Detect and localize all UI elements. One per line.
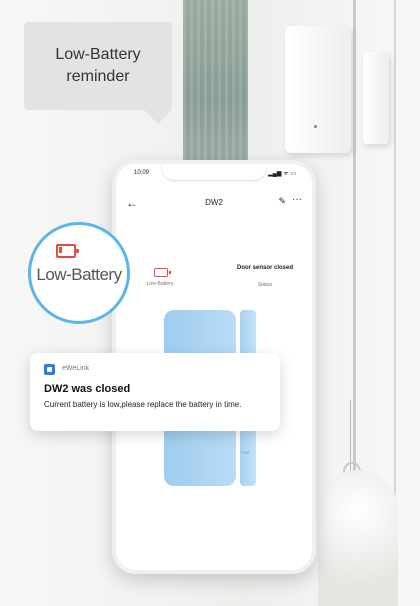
door-sensor-magnet: [363, 52, 389, 144]
notification-title: DW2 was closed: [44, 383, 131, 395]
speech-bubble: Low-Battery reminder: [24, 22, 172, 124]
bubble-line-2: reminder: [66, 68, 130, 85]
edit-icon[interactable]: ✎: [278, 196, 286, 207]
push-notification[interactable]: eWeLink DW2 was closed Current battery i…: [30, 353, 280, 431]
phone-notch: [162, 164, 266, 180]
door-status-text: Door sensor closed: [236, 265, 293, 271]
app-navbar: ← DW2 ✎ ···: [116, 192, 312, 212]
notification-body: Current battery is low,please replace th…: [44, 400, 242, 409]
curtain-tassel: [318, 470, 398, 606]
status-caption: Status: [257, 282, 273, 288]
sensor-caption: TCW: [240, 450, 250, 455]
callout-label: Low-Battery: [36, 265, 122, 284]
battery-low-icon: [154, 268, 171, 277]
more-icon[interactable]: ···: [292, 194, 302, 205]
notification-app-name: eWeLink: [62, 365, 90, 372]
product-scene: Low-Battery reminder 10:09 ▂▄▆ ᯤ ▭ ← DW2…: [0, 0, 420, 606]
status-time: 10:09: [134, 170, 150, 176]
sensor-led-dot: [314, 125, 317, 128]
bubble-line-1: Low-Battery: [55, 46, 141, 63]
battery-low-icon-large: [56, 244, 79, 258]
door-sensor-body: [285, 26, 351, 153]
battery-status-label: Low-Battery: [146, 281, 174, 287]
status-icons: ▂▄▆ ᯤ ▭: [268, 171, 296, 177]
app-icon: [44, 364, 55, 375]
